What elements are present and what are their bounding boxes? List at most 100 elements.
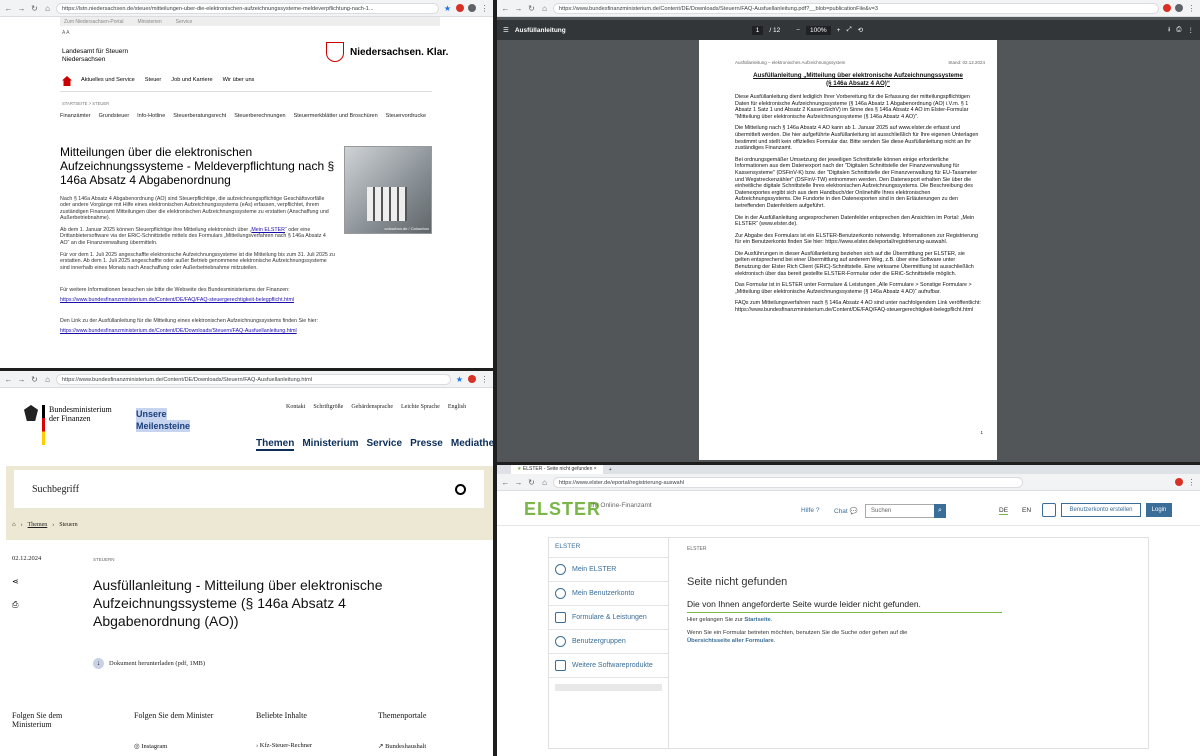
reload-icon[interactable]: ↻ <box>30 4 39 13</box>
login-button[interactable]: Login <box>1146 503 1172 517</box>
subnav-item[interactable]: Steuervordrucke <box>386 111 426 121</box>
menu-icon[interactable]: ⋮ <box>1187 4 1196 13</box>
help-link[interactable]: Hilfe ? <box>801 507 819 514</box>
page-input[interactable]: 1 <box>751 25 764 35</box>
more-icon[interactable]: ⋮ <box>1188 26 1195 34</box>
back-icon[interactable]: ← <box>4 375 13 384</box>
sidebar-scrollbar[interactable] <box>555 684 662 691</box>
mein-elster-link[interactable]: Mein ELSTER <box>251 227 285 233</box>
search-icon[interactable] <box>455 483 466 495</box>
bookmark-star-icon[interactable]: ★ <box>455 375 464 384</box>
subnav-item[interactable]: Info-Hotline <box>137 111 165 121</box>
sidebar-item-benutzergruppen[interactable]: Benutzergruppen <box>549 630 668 654</box>
util-link[interactable]: Kontakt <box>286 404 305 410</box>
back-icon[interactable]: ← <box>4 4 13 13</box>
faq-link[interactable]: https://www.bundesfinanzministerium.de/C… <box>60 297 294 303</box>
menu-icon[interactable]: ⋮ <box>1187 478 1196 487</box>
extension-icon[interactable] <box>1175 4 1183 12</box>
reload-icon[interactable]: ↻ <box>30 375 39 384</box>
menu-icon[interactable]: ⋮ <box>480 375 489 384</box>
instagram-link[interactable]: ◎ Instagram <box>134 742 167 750</box>
font-size-toggle[interactable]: A A <box>62 30 70 36</box>
nav-item[interactable]: Presse <box>410 438 443 451</box>
address-bar[interactable]: https://lstn.niedersachsen.de/steuer/mit… <box>56 2 439 14</box>
search-input[interactable]: Suchbegriff <box>32 484 79 495</box>
extension-icon[interactable] <box>468 375 476 383</box>
breadcrumb-link[interactable]: Themen <box>28 522 48 528</box>
extension-icon[interactable] <box>1175 478 1183 486</box>
forward-icon[interactable]: → <box>514 478 523 487</box>
zoom-out-icon[interactable]: − <box>796 27 800 34</box>
subnav-item[interactable]: Steuerberechnungen <box>234 111 285 121</box>
home-icon[interactable]: ⌂ <box>540 478 549 487</box>
top-link[interactable]: Zum Niedersachsen-Portal <box>64 19 123 25</box>
back-icon[interactable]: ← <box>501 478 510 487</box>
rotate-icon[interactable]: ⟲ <box>858 26 863 34</box>
nav-item[interactable]: Steuer <box>145 77 161 83</box>
top-link[interactable]: Service <box>176 19 193 25</box>
milestones-link[interactable]: Unsere Meilensteine <box>136 408 191 432</box>
forms-overview-link[interactable]: Übersichtsseite aller Formulare <box>687 638 774 644</box>
util-link[interactable]: Gebärdensprache <box>351 404 393 410</box>
reload-icon[interactable]: ↻ <box>527 478 536 487</box>
sidebar-item-mein-elster[interactable]: Mein ELSTER <box>549 558 668 582</box>
home-icon[interactable]: ⌂ <box>43 375 52 384</box>
reload-icon[interactable]: ↻ <box>527 4 536 13</box>
create-account-button[interactable]: Benutzerkonto erstellen <box>1061 503 1141 517</box>
lang-en[interactable]: EN <box>1022 507 1031 514</box>
extension-icon[interactable] <box>456 4 464 12</box>
nav-item[interactable]: Job und Karriere <box>171 77 212 83</box>
ausfuellanleitung-link[interactable]: https://www.bundesfinanzministerium.de/C… <box>60 328 297 334</box>
zoom-in-icon[interactable]: + <box>837 27 841 34</box>
chat-link[interactable]: Chat 💬 <box>834 507 858 515</box>
util-link[interactable]: English <box>448 404 466 410</box>
print-icon[interactable]: ⎙ <box>1176 26 1181 34</box>
address-bar[interactable]: https://www.bundesfinanzministerium.de/C… <box>553 2 1159 14</box>
forward-icon[interactable]: → <box>514 4 523 13</box>
nav-item[interactable]: Mediathek <box>451 438 493 451</box>
lang-de[interactable]: DE <box>999 507 1009 515</box>
search-box[interactable]: Suchbegriff <box>14 470 484 508</box>
back-icon[interactable]: ← <box>501 4 510 13</box>
subnav-item[interactable]: Finanzämter <box>60 111 91 121</box>
elster-logo[interactable]: ELSTER <box>524 499 601 520</box>
subnav-item[interactable]: Grundsteuer <box>99 111 130 121</box>
share-icon[interactable]: ⋖ <box>12 577 19 586</box>
haushalt-link[interactable]: ↗ Bundeshaushalt <box>378 742 426 750</box>
util-link[interactable]: Schriftgröße <box>313 404 343 410</box>
extension-icon[interactable] <box>468 4 476 12</box>
home-icon[interactable] <box>62 76 72 86</box>
menu-icon[interactable]: ⋮ <box>480 4 489 13</box>
subnav-item[interactable]: Steuerberatungsrecht <box>173 111 226 121</box>
address-bar[interactable]: https://www.bundesfinanzministerium.de/C… <box>56 373 451 385</box>
active-tab[interactable]: ★ ELSTER - Seite nicht gefunden × <box>511 465 603 474</box>
print-icon[interactable]: ⎙ <box>12 600 18 610</box>
sidebar-title[interactable]: ELSTER <box>549 538 668 558</box>
download-link[interactable]: ↓ Dokument herunterladen (pdf, 1MB) <box>93 658 205 669</box>
contrast-toggle-icon[interactable] <box>1042 503 1056 517</box>
home-icon[interactable]: ⌂ <box>43 4 52 13</box>
nav-item[interactable]: Wir über uns <box>223 77 255 83</box>
extension-icon[interactable] <box>1163 4 1171 12</box>
kfz-link[interactable]: › Kfz-Steuer-Rechner <box>256 742 312 749</box>
nav-item[interactable]: Aktuelles und Service <box>81 77 135 83</box>
download-icon[interactable]: ⭳ <box>1168 25 1170 36</box>
home-icon[interactable]: ⌂ <box>540 4 549 13</box>
startseite-link[interactable]: Startseite <box>744 617 770 623</box>
search-input[interactable]: Suchen <box>865 504 935 518</box>
forward-icon[interactable]: → <box>17 375 26 384</box>
nav-item[interactable]: Ministerium <box>302 438 358 451</box>
nav-item[interactable]: Themen <box>256 438 295 451</box>
new-tab-icon[interactable]: + <box>609 467 612 473</box>
sidebar-item-benutzerkonto[interactable]: Mein Benutzerkonto <box>549 582 668 606</box>
forward-icon[interactable]: → <box>17 4 26 13</box>
sidebar-item-software[interactable]: Weitere Softwareprodukte <box>549 654 668 678</box>
top-link[interactable]: Ministerien <box>137 19 161 25</box>
address-bar[interactable]: https://www.elster.de/eportal/registrier… <box>553 476 1023 488</box>
nav-item[interactable]: Service <box>366 438 402 451</box>
hamburger-icon[interactable]: ☰ <box>503 26 509 34</box>
zoom-level[interactable]: 100% <box>806 25 831 35</box>
util-link[interactable]: Leichte Sprache <box>401 404 440 410</box>
bookmark-star-icon[interactable]: ★ <box>443 4 452 13</box>
fit-page-icon[interactable]: ⤢ <box>846 26 851 34</box>
